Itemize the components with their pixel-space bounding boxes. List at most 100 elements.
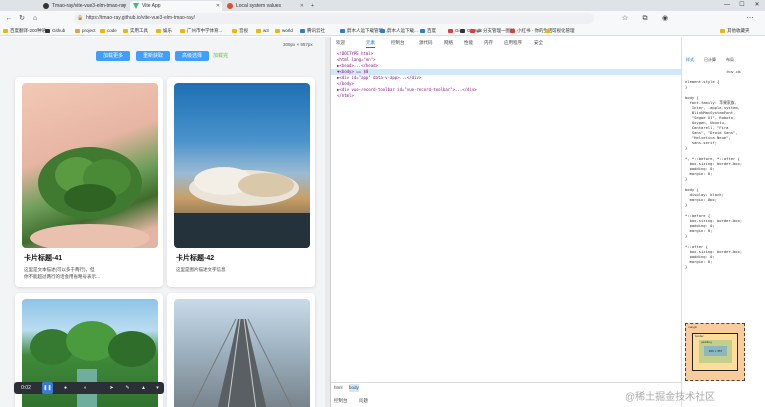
devtools-tab[interactable]: 网络 [444,39,453,47]
card-image [174,83,310,248]
bookmark-item[interactable]: 娱乐 [156,27,172,35]
close-icon[interactable]: ✕ [300,1,304,11]
advanced-select-button[interactable]: 高级选择 [175,51,209,61]
layout-tab[interactable]: 布局 [726,57,734,63]
bookmark-label: 腾讯云社 [307,28,325,33]
devtools-panel: 欢迎 元素 控制台 源代码 网络 性能 内存 应用程序 安全 <!DOCTYPE html> <h… [330,37,765,407]
collections-icon[interactable]: ⧉ [640,14,650,23]
devtools-tab[interactable]: 安全 [534,39,543,47]
style-rule[interactable]: body { display: block; margin: 8px; } [685,187,765,207]
close-icon[interactable]: ✕ [216,1,220,11]
devtools-tabs: 欢迎 元素 控制台 源代码 网络 性能 内存 应用程序 安全 [331,39,681,48]
bookmark-label: 可视化管理 [552,28,575,33]
devtools-tab[interactable]: 元素 [366,39,375,48]
refetch-button[interactable]: 重新获取 [136,51,170,61]
style-rule[interactable]: *, *::before, *::after { box-sizing: bor… [685,156,765,181]
bookmark-item[interactable]: 可视化管理 [545,27,575,35]
mic-icon[interactable]: ● [60,382,71,394]
bookmark-item[interactable]: 广州市中学体育... [180,27,222,35]
watermark: @稀土掘金技术社区 [625,392,716,403]
bookmark-item[interactable]: 音视 [232,27,248,35]
breadcrumb-html[interactable]: html [334,384,343,392]
new-tab-button[interactable]: + [308,1,320,11]
pen-icon[interactable]: ✎ [122,382,133,394]
box-model-margin: margin border padding 309 × 957 [685,323,745,381]
maximize-icon[interactable]: ☐ [735,0,749,11]
bookmark-item[interactable]: project [75,27,96,35]
issues-drawer-tab[interactable]: 问题 [359,397,368,405]
card-description: 这里是图片描述文字信息 [176,267,226,272]
devtools-tab[interactable]: 欢迎 [336,39,345,47]
bookmark-label: 音视 [239,28,248,33]
minimize-icon[interactable]: — [720,0,734,11]
bookmark-label: project [82,28,96,33]
bookmark-item[interactable]: 其他收藏夹 [720,27,750,35]
folder-icon [340,29,345,33]
card-title: 卡片标题-41 [24,255,63,262]
bookmark-label: w3 [263,28,269,33]
dom-node-line[interactable]: </html> [337,93,354,99]
tab-local-values[interactable]: Local system values ✕ [224,1,306,11]
tab-vite-app[interactable]: Vite App ✕ [130,1,222,11]
devtools-tab[interactable]: 控制台 [391,39,405,47]
console-drawer-tab[interactable]: 控制台 [334,397,348,405]
back-icon[interactable]: ← [4,14,14,23]
profile-icon[interactable]: ◉ [660,14,670,23]
style-rule[interactable]: body { font-family: 苹果家族, Inter, -apple-… [685,95,765,150]
devtools-tab[interactable]: 应用程序 [504,39,522,47]
bookmark-item[interactable]: code [100,27,117,35]
camera-icon[interactable]: ◐ [80,382,91,394]
address-bar[interactable]: 🔒 https://tmao-ray.github.io/vite-vue3-e… [74,13,594,24]
folder-icon [123,29,128,33]
pointer-icon[interactable]: ➤ [106,382,117,394]
computed-tab[interactable]: 已计算 [704,57,716,63]
breadcrumb-body[interactable]: body [349,384,359,392]
home-icon[interactable]: ⌂ [30,14,40,23]
bookmark-item[interactable]: Gi [448,27,460,35]
close-window-icon[interactable]: ✕ [750,0,764,11]
style-filter[interactable]: :hov .cls [726,69,741,74]
more-icon[interactable]: ⋯ [745,14,755,23]
lock-icon: 🔒 [77,15,84,21]
folder-icon [545,29,550,33]
bookmark-item[interactable]: 腾讯云社 [300,27,325,35]
card-title: 卡片标题-42 [176,255,215,262]
folder-icon [380,29,385,33]
favorites-icon[interactable]: ☆ [620,14,630,23]
trash-icon[interactable]: ▾ [152,382,163,394]
highlighter-icon[interactable]: ▲ [138,382,149,394]
image-card[interactable]: 卡片标题-42 这里是图片描述文字信息 [167,77,315,287]
elements-tree: <!DOCTYPE html> <html lang="en"> ▶<head>..… [331,51,681,311]
bookmark-item[interactable]: 实用工具 [123,27,148,35]
folder-icon [460,29,465,33]
load-more-button[interactable]: 加载更多 [96,51,130,61]
devtools-tab[interactable]: 性能 [464,39,473,47]
tab-github[interactable]: Tmao-ray/vite-vue3-elm-tmao-ray ✕ [40,1,128,11]
style-rule[interactable]: element.style { } [685,79,765,89]
devtools-tab[interactable]: 源代码 [419,39,433,47]
navigation-bar: ← ↻ ⌂ 🔒 https://tmao-ray.github.io/vite-… [0,11,765,26]
image-card[interactable]: 卡片标题-41 这里是文本描述(可以多于两行)，但 你不能超过两行的话会用省略号… [15,77,163,287]
image-card[interactable] [167,293,315,407]
bookmark-item[interactable]: 百度 [420,27,436,35]
bookmark-item[interactable]: Github [45,27,65,35]
address-text: https://tmao-ray.github.io/vite-vue3-elm… [86,15,195,21]
style-rule[interactable]: *::after { box-sizing: border-box; paddi… [685,244,765,269]
folder-icon [100,29,105,33]
close-icon[interactable]: ✕ [122,1,126,11]
bookmark-item[interactable]: world [275,27,293,35]
bookmark-item[interactable]: git 分支管理一图解 [470,27,515,35]
dom-node-line[interactable]: ▶<div vue-record-toolbar id="vue-record-… [337,87,477,93]
bookmark-item[interactable]: 百度翻译-200种语... [3,27,50,35]
bookmark-item[interactable]: 蔚木人运下载... [380,27,418,35]
devtools-tab[interactable]: 内存 [484,39,493,47]
styles-tab[interactable]: 样式 [686,57,694,63]
folder-icon [510,29,515,33]
style-rule[interactable]: *::before { box-sizing: border-box; padd… [685,213,765,238]
bookmark-label: 广州市中学体育... [187,28,223,33]
bookmark-item[interactable]: w3 [256,27,269,35]
folder-icon [275,29,280,33]
refresh-icon[interactable]: ↻ [17,14,27,23]
pause-icon[interactable]: ❚❚ [42,382,53,394]
bookmark-label: 百度 [427,28,436,33]
